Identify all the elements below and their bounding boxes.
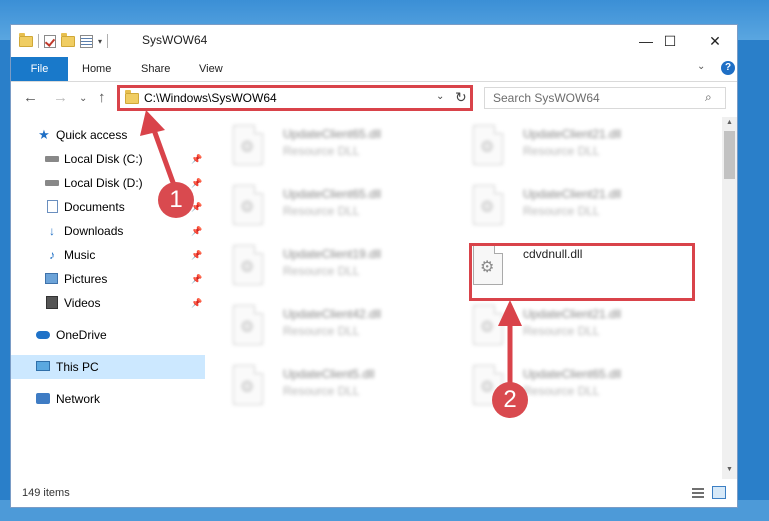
arrow-2-head — [498, 300, 522, 326]
step-2-callout: 2 — [492, 382, 528, 418]
arrow-1-shaft — [151, 129, 178, 189]
arrow-1-head — [140, 110, 165, 136]
annotation-arrows — [140, 110, 522, 384]
step-1-callout: 1 — [158, 182, 194, 218]
